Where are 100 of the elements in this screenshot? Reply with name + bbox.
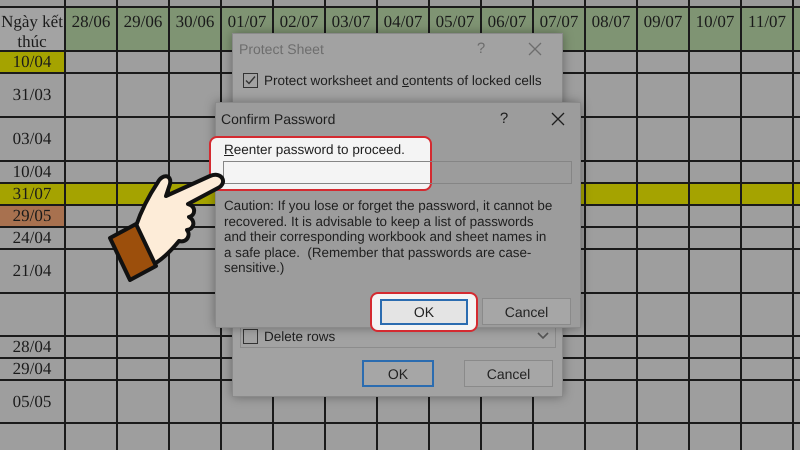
table-cell — [690, 74, 740, 116]
table-cell — [586, 294, 636, 335]
table-cell — [66, 294, 116, 335]
table-cell — [690, 228, 740, 248]
table-cell — [742, 294, 792, 335]
table-cell — [742, 162, 792, 182]
checkbox-label: Protect worksheet and contents of locked cells — [264, 73, 542, 88]
table-cell — [794, 118, 800, 160]
column-header: 08/07 — [586, 8, 636, 50]
table-cell — [638, 359, 688, 379]
table-cell — [586, 184, 636, 204]
table-cell — [742, 184, 792, 204]
table-cell — [66, 337, 116, 357]
table-cell — [66, 118, 116, 160]
table-cell — [742, 337, 792, 357]
table-cell — [586, 359, 636, 379]
table-cell — [170, 52, 220, 72]
ok-button[interactable]: OK — [380, 298, 468, 324]
ok-button[interactable]: OK — [362, 360, 434, 387]
table-cell — [170, 337, 220, 357]
checkbox-label: Delete rows — [264, 328, 336, 344]
table-cell — [794, 294, 800, 335]
column-header: 29/06 — [118, 8, 168, 50]
table-cell — [742, 381, 792, 422]
table-cell — [794, 0, 800, 6]
table-cell — [170, 381, 220, 422]
table-cell — [794, 184, 800, 204]
caution-text: Caution: If you lose or forget the password, it cannot be recovered. It is advisable to keep a list of passwords and their corresponding workbook and sheet names in a safe place. (Remember that passwords are case-sensitive.) — [224, 198, 554, 276]
table-cell — [66, 0, 116, 6]
table-cell: 10/04 — [0, 52, 64, 72]
table-cell: 29/04 — [0, 359, 64, 379]
table-cell — [742, 74, 792, 116]
table-cell — [794, 228, 800, 248]
table-cell — [118, 52, 168, 72]
table-cell — [794, 206, 800, 226]
table-cell — [690, 250, 740, 292]
chevron-down-icon[interactable] — [537, 332, 549, 340]
table-cell — [586, 74, 636, 116]
table-cell — [690, 381, 740, 422]
table-cell — [430, 0, 480, 6]
table-cell: 10/04 — [0, 162, 64, 182]
column-header: 10/07 — [690, 8, 740, 50]
table-cell — [690, 0, 740, 6]
table-cell — [794, 74, 800, 116]
table-cell — [118, 294, 168, 335]
table-cell — [638, 206, 688, 226]
cancel-button[interactable]: Cancel — [464, 360, 553, 387]
table-cell — [222, 0, 272, 6]
help-button[interactable]: ? — [497, 110, 511, 127]
table-cell — [118, 162, 168, 182]
table-cell: 31/03 — [0, 74, 64, 116]
cancel-button[interactable]: Cancel — [482, 298, 571, 325]
table-cell — [66, 206, 116, 226]
table-cell — [586, 381, 636, 422]
table-cell — [66, 250, 116, 292]
close-icon[interactable] — [551, 112, 565, 126]
column-header: 30/06 — [170, 8, 220, 50]
table-cell: 21/04 — [0, 250, 64, 292]
table-cell — [638, 337, 688, 357]
table-cell — [66, 52, 116, 72]
table-cell — [794, 359, 800, 379]
table-cell — [378, 0, 428, 6]
dialog-title: Confirm Password — [221, 110, 336, 126]
table-cell — [586, 250, 636, 292]
table-cell: 24/04 — [0, 228, 64, 248]
table-cell — [534, 0, 584, 6]
table-cell — [794, 52, 800, 72]
table-cell — [638, 52, 688, 72]
table-cell: 05/05 — [0, 381, 64, 422]
table-cell — [690, 52, 740, 72]
table-cell: 28/04 — [0, 337, 64, 357]
table-cell — [274, 0, 324, 6]
table-cell — [586, 52, 636, 72]
table-cell — [586, 206, 636, 226]
password-field[interactable] — [223, 161, 572, 184]
table-cell: 29/05 — [0, 206, 64, 226]
table-cell — [586, 337, 636, 357]
table-cell — [0, 0, 64, 6]
table-cell — [742, 250, 792, 292]
column-header: 11/07 — [742, 8, 792, 50]
table-cell — [690, 206, 740, 226]
table-cell — [638, 228, 688, 248]
table-cell — [690, 162, 740, 182]
table-cell — [66, 359, 116, 379]
table-cell — [638, 162, 688, 182]
table-cell — [586, 0, 636, 6]
table-cell — [0, 294, 64, 335]
table-cell — [66, 184, 116, 204]
table-cell — [638, 294, 688, 335]
table-cell — [66, 381, 116, 422]
table-cell — [638, 118, 688, 160]
checkbox[interactable] — [243, 328, 258, 344]
checkbox[interactable] — [243, 73, 258, 88]
table-cell — [118, 74, 168, 116]
table-cell — [690, 359, 740, 379]
table-cell — [794, 337, 800, 357]
table-cell — [742, 359, 792, 379]
table-cell — [690, 184, 740, 204]
table-cell — [66, 162, 116, 182]
table-cell — [326, 0, 376, 6]
